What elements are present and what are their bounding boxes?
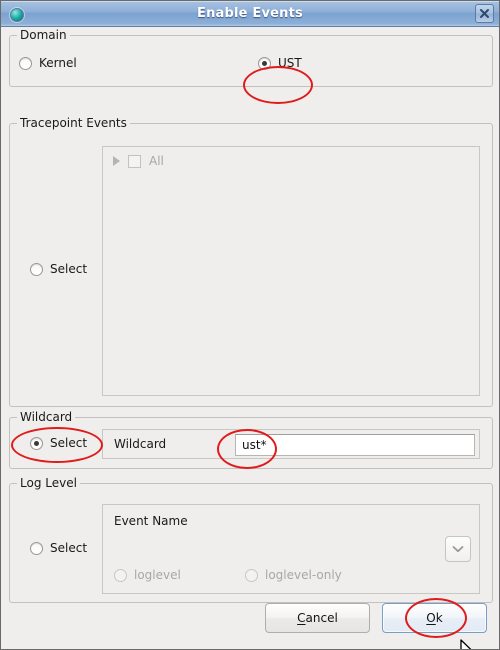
- chevron-down-icon: [452, 546, 464, 553]
- domain-ust-label: UST: [278, 56, 302, 70]
- titlebar: Enable Events: [1, 1, 499, 27]
- wildcard-field-label: Wildcard: [114, 437, 167, 451]
- cancel-button[interactable]: Cancel: [265, 603, 370, 633]
- log-level-panel: Event Name loglevel loglevel-only: [102, 504, 480, 594]
- loglevel-radio[interactable]: loglevel: [114, 568, 181, 582]
- domain-kernel-radio[interactable]: Kernel: [19, 56, 77, 70]
- dialog-body: Domain Kernel UST Tracepoint Events Sele…: [1, 27, 499, 649]
- domain-kernel-label: Kernel: [39, 56, 77, 70]
- radio-indicator: [245, 568, 258, 582]
- loglevel-only-radio[interactable]: loglevel-only: [245, 568, 342, 582]
- ok-button[interactable]: Ok: [382, 603, 487, 633]
- ok-mnemonic: O: [426, 611, 436, 625]
- log-level-group: Log Level Select Event Name loglevel log…: [9, 476, 493, 603]
- loglevel-only-label: loglevel-only: [265, 568, 342, 582]
- ok-rest: k: [435, 611, 443, 625]
- cancel-rest: ancel: [305, 611, 338, 625]
- radio-indicator: [30, 541, 43, 555]
- event-name-label: Event Name: [114, 514, 188, 528]
- domain-ust-radio[interactable]: UST: [258, 56, 302, 70]
- log-level-legend: Log Level: [17, 476, 80, 490]
- tracepoint-select-label: Select: [50, 262, 88, 276]
- tree-item-checkbox[interactable]: [128, 154, 141, 168]
- radio-indicator: [19, 56, 32, 70]
- log-level-dropdown-button[interactable]: [445, 536, 471, 562]
- triangle-right-icon[interactable]: [113, 156, 120, 166]
- radio-indicator: [30, 262, 43, 276]
- tree-item-label: All: [149, 154, 164, 168]
- wildcard-input[interactable]: [235, 434, 475, 456]
- log-level-select-label: Select: [50, 541, 88, 555]
- wildcard-legend: Wildcard: [17, 410, 76, 424]
- radio-indicator: [114, 568, 127, 582]
- wildcard-group: Wildcard Select Wildcard: [9, 410, 493, 469]
- window-title: Enable Events: [197, 6, 303, 21]
- close-icon[interactable]: [475, 4, 494, 23]
- wildcard-field-panel: Wildcard: [102, 429, 480, 459]
- tracepoint-events-tree[interactable]: All: [102, 146, 480, 396]
- domain-legend: Domain: [17, 28, 70, 42]
- domain-group: Domain Kernel UST: [9, 28, 493, 87]
- ok-button-label: Ok: [426, 611, 442, 625]
- cancel-button-label: Cancel: [297, 611, 338, 625]
- mouse-cursor: [460, 639, 472, 649]
- enable-events-dialog: Enable Events Domain Kernel UST Tracepoi…: [0, 0, 500, 650]
- tracepoint-events-group: Tracepoint Events Select All: [9, 116, 493, 407]
- loglevel-label: loglevel: [134, 568, 181, 582]
- cancel-mnemonic: C: [297, 611, 306, 625]
- tracepoint-events-legend: Tracepoint Events: [17, 116, 130, 130]
- log-level-select-radio[interactable]: Select: [30, 541, 87, 555]
- radio-indicator: [258, 56, 271, 70]
- app-globe-icon: [10, 8, 24, 22]
- wildcard-select-radio[interactable]: Select: [30, 436, 87, 450]
- tracepoint-select-radio[interactable]: Select: [30, 262, 87, 276]
- radio-indicator: [30, 436, 43, 450]
- wildcard-select-label: Select: [50, 436, 88, 450]
- tree-item-all[interactable]: All: [103, 147, 479, 168]
